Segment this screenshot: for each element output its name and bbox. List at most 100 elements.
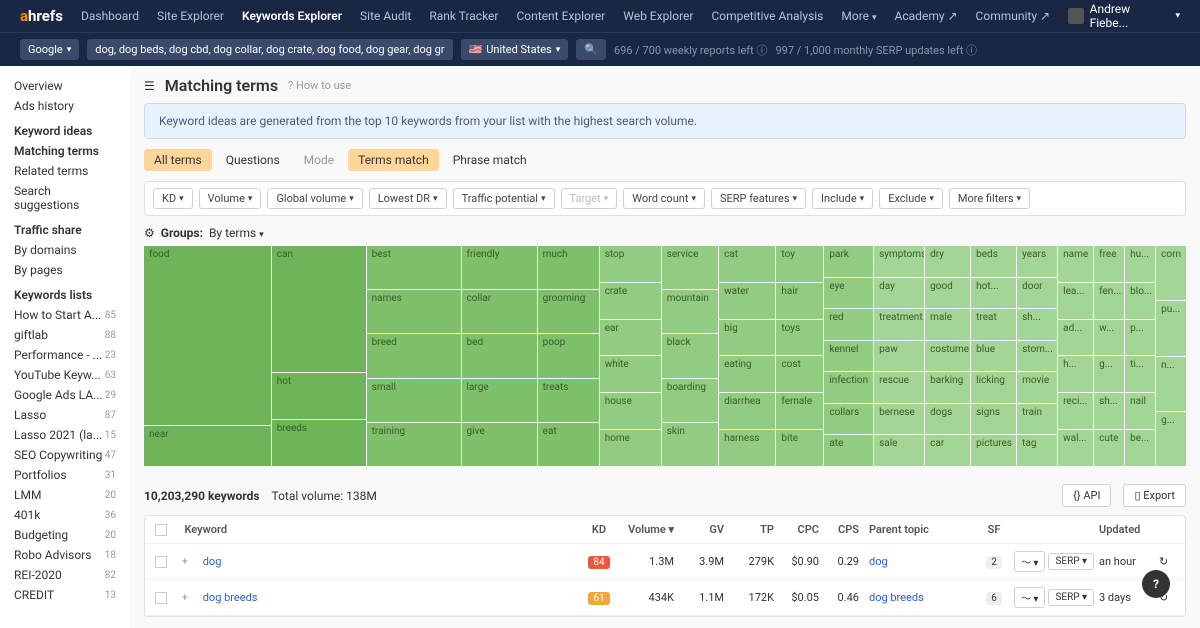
treemap-cell[interactable]: car: [925, 435, 970, 466]
treemap-cell[interactable]: hair: [776, 283, 823, 319]
treemap-cell[interactable]: sh...: [1017, 309, 1057, 340]
treemap-cell[interactable]: sh...: [1094, 393, 1124, 429]
sidebar-list-item[interactable]: Robo Advisors18: [0, 545, 130, 565]
sf-badge[interactable]: 2: [986, 556, 1002, 569]
trend-button[interactable]: 〜 ▾: [1014, 587, 1046, 608]
treemap-cell[interactable]: names: [367, 290, 461, 333]
filter-more[interactable]: More filters ▾: [949, 188, 1030, 209]
treemap-cell[interactable]: h...: [1058, 356, 1093, 392]
treemap-cell[interactable]: treatment: [874, 309, 924, 340]
th-cpc[interactable]: CPC: [774, 523, 819, 536]
nav-community[interactable]: Community ↗: [976, 9, 1051, 23]
sidebar-list-item[interactable]: REI-202082: [0, 565, 130, 585]
treemap-cell[interactable]: infection: [824, 372, 873, 403]
treemap-cell[interactable]: big: [719, 320, 775, 356]
treemap-cell[interactable]: sale: [874, 435, 924, 466]
filter-traffic-potential[interactable]: Traffic potential ▾: [453, 188, 555, 209]
treemap-cell[interactable]: treat: [971, 309, 1016, 340]
hamburger-icon[interactable]: ☰: [144, 79, 155, 93]
treemap-cell[interactable]: symptoms: [874, 246, 924, 277]
filter-serp-features[interactable]: SERP features ▾: [711, 188, 806, 209]
treemap-cell[interactable]: ate: [824, 435, 873, 466]
treemap-cell[interactable]: mountain: [662, 290, 718, 333]
treemap-cell[interactable]: reci...: [1058, 393, 1093, 429]
keyword-link[interactable]: dog: [203, 555, 222, 568]
treemap-cell[interactable]: hu...: [1125, 246, 1155, 282]
groups-icon[interactable]: ⚙: [144, 226, 155, 240]
treemap-cell[interactable]: white: [600, 356, 661, 392]
expand-icon[interactable]: +: [182, 555, 188, 568]
filter-lowest-dr[interactable]: Lowest DR ▾: [369, 188, 447, 209]
nav-competitive[interactable]: Competitive Analysis: [711, 9, 823, 23]
treemap-cell[interactable]: cost: [776, 356, 823, 392]
nav-rank-tracker[interactable]: Rank Tracker: [429, 9, 498, 23]
expand-icon[interactable]: +: [182, 591, 188, 604]
treemap-cell[interactable]: small: [367, 379, 461, 422]
treemap-cell[interactable]: breeds: [272, 420, 366, 466]
tab-terms-match[interactable]: Terms match: [348, 149, 439, 171]
treemap-cell[interactable]: day: [874, 278, 924, 309]
sidebar-list-item[interactable]: SEO Copywriting47: [0, 445, 130, 465]
serp-button[interactable]: SERP ▾: [1048, 553, 1094, 570]
treemap-cell[interactable]: treats: [538, 379, 599, 422]
treemap-cell[interactable]: crate: [600, 283, 661, 319]
treemap-cell[interactable]: train: [1017, 404, 1057, 435]
treemap-cell[interactable]: ear: [600, 320, 661, 356]
sidebar-by-pages[interactable]: By pages: [0, 260, 130, 280]
treemap-cell[interactable]: eat: [538, 423, 599, 466]
treemap-cell[interactable]: eye: [824, 278, 873, 309]
row-checkbox[interactable]: [155, 556, 167, 568]
treemap-cell[interactable]: dogs: [925, 404, 970, 435]
sidebar-related-terms[interactable]: Related terms: [0, 161, 130, 181]
treemap-cell[interactable]: ti...: [1125, 356, 1155, 392]
th-gv[interactable]: GV: [674, 523, 724, 536]
export-button[interactable]: ▯ Export: [1123, 484, 1186, 507]
treemap-cell[interactable]: bite: [776, 430, 823, 466]
treemap-cell[interactable]: barking: [925, 372, 970, 403]
treemap-cell[interactable]: bernese: [874, 404, 924, 435]
serp-button[interactable]: SERP ▾: [1048, 589, 1094, 606]
trend-button[interactable]: 〜 ▾: [1014, 551, 1046, 572]
treemap-cell[interactable]: name: [1058, 246, 1093, 282]
treemap-cell[interactable]: bed: [462, 334, 537, 377]
parent-topic-link[interactable]: dog breeds: [869, 591, 924, 604]
help-button[interactable]: ?: [1142, 570, 1170, 598]
treemap-cell[interactable]: eating: [719, 356, 775, 392]
treemap-cell[interactable]: red: [824, 309, 873, 340]
treemap-cell[interactable]: toys: [776, 320, 823, 356]
search-button[interactable]: 🔍: [576, 39, 606, 60]
sidebar-by-domains[interactable]: By domains: [0, 240, 130, 260]
filter-target[interactable]: Target ▾: [561, 188, 618, 209]
api-button[interactable]: {} API: [1062, 484, 1111, 507]
treemap-cell[interactable]: nail: [1125, 393, 1155, 429]
th-sf[interactable]: SF: [979, 523, 1009, 536]
treemap-cell[interactable]: friendly: [462, 246, 537, 289]
treemap-cell[interactable]: cute: [1094, 430, 1124, 466]
groups-by[interactable]: By terms ▾: [209, 226, 264, 240]
treemap-cell[interactable]: licking: [971, 372, 1016, 403]
filter-global-volume[interactable]: Global volume ▾: [267, 188, 362, 209]
sidebar-list-item[interactable]: Portfolios31: [0, 465, 130, 485]
keyword-link[interactable]: dog breeds: [203, 591, 258, 604]
filter-include[interactable]: Include ▾: [812, 188, 873, 209]
treemap-cell[interactable]: boarding: [662, 379, 718, 422]
sf-badge[interactable]: 6: [986, 592, 1002, 605]
treemap-cell[interactable]: grooming: [538, 290, 599, 333]
treemap-cell[interactable]: rescue: [874, 372, 924, 403]
sidebar-list-item[interactable]: LMM20: [0, 485, 130, 505]
treemap-cell[interactable]: beds: [971, 246, 1016, 277]
nav-site-audit[interactable]: Site Audit: [360, 9, 411, 23]
treemap-cell[interactable]: fen...: [1094, 283, 1124, 319]
treemap-cell[interactable]: collar: [462, 290, 537, 333]
filter-word-count[interactable]: Word count ▾: [623, 188, 705, 209]
sidebar-list-item[interactable]: YouTube Keyw...63: [0, 365, 130, 385]
treemap-cell[interactable]: much: [538, 246, 599, 289]
sidebar-matching-terms[interactable]: Matching terms: [0, 141, 130, 161]
treemap-cell[interactable]: best: [367, 246, 461, 289]
treemap-cell[interactable]: diarrhea: [719, 393, 775, 429]
sidebar-list-item[interactable]: Google Ads LA...29: [0, 385, 130, 405]
th-kd[interactable]: KD: [579, 523, 619, 536]
row-checkbox[interactable]: [155, 592, 167, 604]
treemap-cell[interactable]: can: [272, 246, 366, 372]
th-updated[interactable]: Updated: [1099, 523, 1159, 536]
